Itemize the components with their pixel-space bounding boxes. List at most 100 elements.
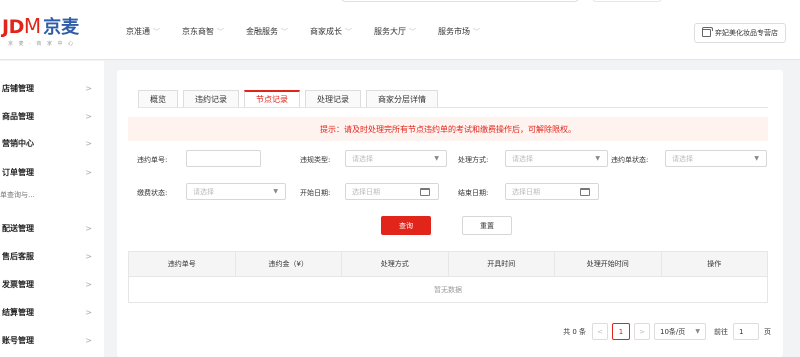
logo-jd-text: JD [2, 16, 24, 38]
caret-down-icon: ▼ [595, 155, 600, 162]
caret-down-icon: ▼ [273, 188, 278, 195]
sidebar-item-invoice[interactable]: 发票管理 > [2, 277, 102, 291]
order-status-select[interactable]: 请选择 ▼ [665, 150, 767, 167]
sidebar-item-label: 配送管理 [2, 223, 34, 233]
sidebar-item-settlement[interactable]: 结算管理 > [2, 305, 102, 319]
start-date-label: 开始日期: [300, 189, 331, 197]
sidebar-sub-text[interactable]: 单查询与... [0, 190, 35, 200]
violation-type-select[interactable]: 请选择 ▼ [345, 150, 447, 167]
prev-page-button[interactable]: < [592, 323, 608, 340]
chevron-right-icon: > [85, 111, 92, 121]
page-size-select[interactable]: 10条/页 ▼ [654, 323, 706, 340]
caret-down-icon: ▼ [754, 155, 759, 162]
pay-status-label: 缴费状态: [137, 189, 168, 197]
nav-item-shangzhi[interactable]: 京东商智 ﹀ [182, 26, 224, 37]
search-box-edge [340, 0, 580, 2]
chevron-right-icon: > [85, 335, 92, 345]
table-header: 违约单号 违约金（¥） 处理方式 开具时间 处理开始时间 操作 [129, 252, 767, 277]
sidebar-item-label: 营销中心 [2, 138, 34, 148]
sidebar-item-label: 账号管理 [2, 335, 34, 345]
handle-method-select[interactable]: 请选择 ▼ [505, 150, 608, 167]
handle-method-label: 处理方式: [458, 156, 489, 164]
shop-name: 弈妃美化妆品专营店 [715, 29, 778, 37]
sidebar: 店铺管理 > 商品管理 > 营销中心 > 订单管理 > 单查询与... 配送管理 > 售后… [0, 61, 104, 357]
nav-label: 京准通 [126, 27, 150, 36]
tab-node-records[interactable]: 节点记录 [244, 90, 300, 107]
end-date-label: 结束日期: [458, 189, 489, 197]
page-number[interactable]: 1 [612, 323, 630, 340]
chevron-down-icon: ﹀ [217, 27, 224, 36]
caret-down-icon: ▼ [695, 328, 700, 335]
sidebar-item-label: 结算管理 [2, 307, 34, 317]
sidebar-item-account[interactable]: 账号管理 > [2, 333, 102, 347]
total-count: 共 0 条 [563, 327, 586, 336]
nav-label: 京东商智 [182, 27, 214, 36]
sidebar-item-products[interactable]: 商品管理 > [2, 109, 102, 123]
violation-no-input[interactable] [186, 150, 261, 167]
reset-button[interactable]: 重置 [462, 216, 512, 235]
sidebar-item-shop[interactable]: 店铺管理 > [2, 81, 102, 95]
goto-page-input[interactable]: 1 [733, 323, 759, 340]
shop-name-button[interactable]: 弈妃美化妆品专营店 [694, 23, 786, 43]
nav-label: 服务大厅 [374, 27, 406, 36]
pay-status-select[interactable]: 请选择 ▼ [186, 183, 286, 200]
sidebar-item-delivery[interactable]: 配送管理 > [2, 221, 102, 235]
column-header: 操作 [707, 260, 722, 268]
start-date-placeholder: 选择日期 [352, 187, 380, 196]
tab-violation-records[interactable]: 违约记录 [183, 90, 239, 107]
start-date-picker[interactable]: 选择日期 [345, 183, 439, 200]
sidebar-item-orders[interactable]: 订单管理 > [2, 165, 102, 179]
tab-overview[interactable]: 概览 [138, 90, 178, 107]
nav-item-finance[interactable]: 金融服务 ﹀ [246, 26, 288, 37]
sidebar-item-label: 售后客服 [2, 251, 34, 261]
next-page-button[interactable]: > [634, 323, 650, 340]
violation-type-placeholder: 请选择 [352, 154, 373, 163]
order-status-label: 违约单状态: [611, 156, 649, 164]
tab-divider [138, 107, 768, 108]
tab-merchant-tier[interactable]: 商家分层详情 [366, 90, 438, 107]
caret-down-icon: ▼ [434, 155, 439, 162]
pagination: 共 0 条 < 1 > 10条/页 ▼ 前往 1 页 [563, 323, 771, 340]
nav-item-service-hall[interactable]: 服务大厅 ﹀ [374, 26, 416, 37]
end-date-picker[interactable]: 选择日期 [505, 183, 599, 200]
calendar-icon [580, 188, 590, 196]
logo-cn-text: 京麦 [43, 17, 80, 38]
query-button[interactable]: 查询 [381, 216, 431, 235]
nav-item-growth[interactable]: 商家成长 ﹀ [310, 26, 352, 37]
nav-item-market[interactable]: 服务市场 ﹀ [438, 26, 480, 37]
pay-status-placeholder: 请选择 [193, 187, 214, 196]
handle-method-placeholder: 请选择 [512, 154, 533, 163]
chevron-right-icon: > [85, 279, 92, 289]
records-table: 违约单号 违约金（¥） 处理方式 开具时间 处理开始时间 操作 暂无数据 [128, 251, 768, 303]
sidebar-item-label: 发票管理 [2, 279, 34, 289]
jd-logo[interactable]: JD M 京麦 京 麦 · 商 家 中 心 [2, 16, 112, 47]
chevron-down-icon: ﹀ [281, 27, 288, 36]
nav-item-jingzhuntong[interactable]: 京准通 ﹀ [126, 26, 160, 37]
end-date-placeholder: 选择日期 [512, 187, 540, 196]
chevron-down-icon: ﹀ [473, 27, 480, 36]
sidebar-item-aftersale[interactable]: 售后客服 > [2, 249, 102, 263]
sidebar-item-label: 订单管理 [2, 167, 34, 177]
toolbar-edge [592, 0, 662, 2]
sidebar-item-label: 商品管理 [2, 111, 34, 121]
sidebar-item-label: 店铺管理 [2, 83, 34, 93]
goto-label: 前往 [714, 327, 728, 336]
main-panel: 概览 违约记录 节点记录 处理记录 商家分层详情 提示：请及时处理完所有节点违约… [117, 70, 783, 357]
sidebar-item-marketing[interactable]: 营销中心 > [2, 136, 102, 150]
chevron-down-icon: ﹀ [153, 27, 160, 36]
nav-label: 服务市场 [438, 27, 470, 36]
chevron-down-icon: ﹀ [409, 27, 416, 36]
column-header: 违约金（¥） [236, 252, 342, 276]
top-bar: JD M 京麦 京 麦 · 商 家 中 心 京准通 ﹀ 京东商智 ﹀ 金融服务 ﹀ 商… [0, 0, 800, 60]
chevron-right-icon: > [85, 307, 92, 317]
chevron-right-icon: > [85, 223, 92, 233]
column-header: 违约单号 [129, 252, 236, 276]
tab-handle-records[interactable]: 处理记录 [305, 90, 361, 107]
tab-bar: 概览 违约记录 节点记录 处理记录 商家分层详情 [138, 90, 443, 107]
page-unit-label: 页 [764, 327, 771, 336]
calendar-icon [420, 188, 430, 196]
chevron-right-icon: > [85, 167, 92, 177]
logo-subtitle: 京 麦 · 商 家 中 心 [8, 41, 76, 47]
violation-type-label: 违规类型: [300, 156, 331, 164]
column-header: 开具时间 [449, 252, 555, 276]
